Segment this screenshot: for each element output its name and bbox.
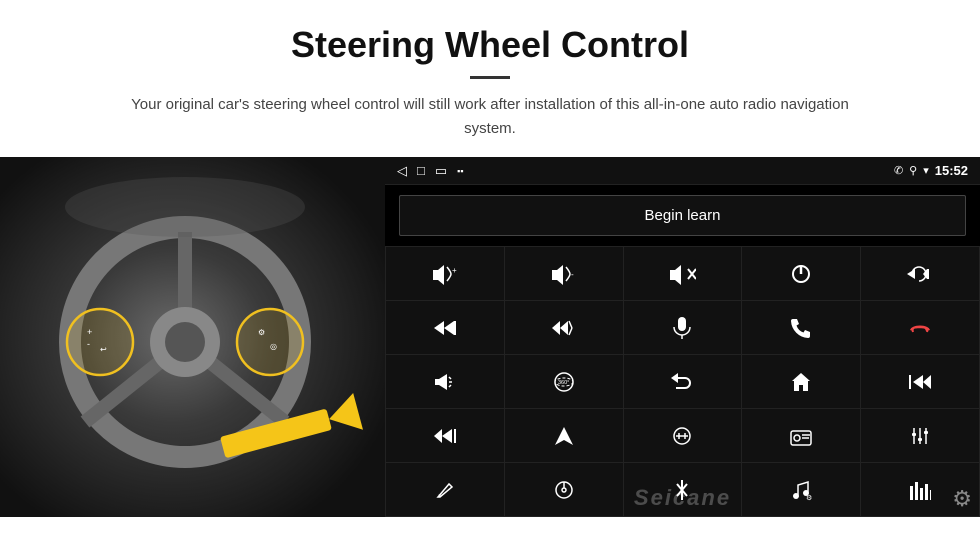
page-title: Steering Wheel Control <box>60 24 920 66</box>
return-button[interactable] <box>624 355 742 408</box>
page-wrapper: Steering Wheel Control Your original car… <box>0 0 980 517</box>
subtitle-text: Your original car's steering wheel contr… <box>130 93 850 141</box>
settings-gear-icon[interactable]: ⚙ <box>952 486 972 512</box>
status-time: 15:52 <box>935 163 968 178</box>
status-bar-left: ◁ □ ▭ ▪▪ <box>397 163 464 179</box>
phone-prev-button[interactable] <box>861 247 979 300</box>
skip-back-button[interactable] <box>861 355 979 408</box>
location-status-icon: ⚲ <box>909 164 917 177</box>
home-nav-icon[interactable]: □ <box>417 163 425 178</box>
back-nav-icon[interactable]: ◁ <box>397 163 407 179</box>
horn-button[interactable] <box>386 355 504 408</box>
android-panel: ◁ □ ▭ ▪▪ ✆ ⚲ ▾ 15:52 Begin learn <box>385 157 980 517</box>
fast-forward-button[interactable] <box>505 301 623 354</box>
volume-down-button[interactable]: - <box>505 247 623 300</box>
steering-wheel-bg: + - ↩ ⚙ ◎ <box>0 157 385 517</box>
begin-learn-row: Begin learn <box>385 185 980 246</box>
wifi-status-icon: ▾ <box>923 164 929 177</box>
svg-text:360°: 360° <box>558 380 569 386</box>
svg-text:↩: ↩ <box>100 345 107 354</box>
mute-button[interactable] <box>624 247 742 300</box>
svg-text:-: - <box>571 270 574 279</box>
music-note-button[interactable]: ⚙ <box>742 463 860 516</box>
media-button[interactable] <box>505 463 623 516</box>
content-section: + - ↩ ⚙ ◎ <box>0 157 980 517</box>
svg-text:+: + <box>87 327 92 337</box>
status-bar-right: ✆ ⚲ ▾ 15:52 <box>894 163 968 178</box>
radio-button[interactable] <box>742 409 860 462</box>
home-button[interactable] <box>742 355 860 408</box>
hang-up-button[interactable] <box>861 301 979 354</box>
svg-text:◎: ◎ <box>270 342 277 351</box>
equalizer-button[interactable] <box>624 409 742 462</box>
navigate-button[interactable] <box>505 409 623 462</box>
begin-learn-button[interactable]: Begin learn <box>399 195 966 236</box>
status-bar: ◁ □ ▭ ▪▪ ✆ ⚲ ▾ 15:52 <box>385 157 980 185</box>
steering-wheel-svg: + - ↩ ⚙ ◎ <box>0 157 385 517</box>
pen-button[interactable] <box>386 463 504 516</box>
control-button-grid: + - <box>385 246 980 517</box>
svg-text:-: - <box>87 339 90 349</box>
microphone-button[interactable] <box>624 301 742 354</box>
recent-nav-icon[interactable]: ▭ <box>435 163 447 179</box>
svg-text:⚙: ⚙ <box>258 328 265 337</box>
next-track-button[interactable] <box>386 301 504 354</box>
svg-text:⚙: ⚙ <box>806 494 812 501</box>
power-button[interactable] <box>742 247 860 300</box>
volume-up-button[interactable]: + <box>386 247 504 300</box>
header-section: Steering Wheel Control Your original car… <box>0 0 980 157</box>
signal-icon: ▪▪ <box>457 166 463 176</box>
svg-text:+: + <box>452 266 457 275</box>
bluetooth-button[interactable] <box>624 463 742 516</box>
360-view-button[interactable]: 360° <box>505 355 623 408</box>
phone-call-button[interactable] <box>742 301 860 354</box>
phone-status-icon: ✆ <box>894 164 903 177</box>
title-divider <box>470 76 510 79</box>
skip-forward-button[interactable] <box>386 409 504 462</box>
steering-wheel-image: + - ↩ ⚙ ◎ <box>0 157 385 517</box>
sliders-button[interactable] <box>861 409 979 462</box>
